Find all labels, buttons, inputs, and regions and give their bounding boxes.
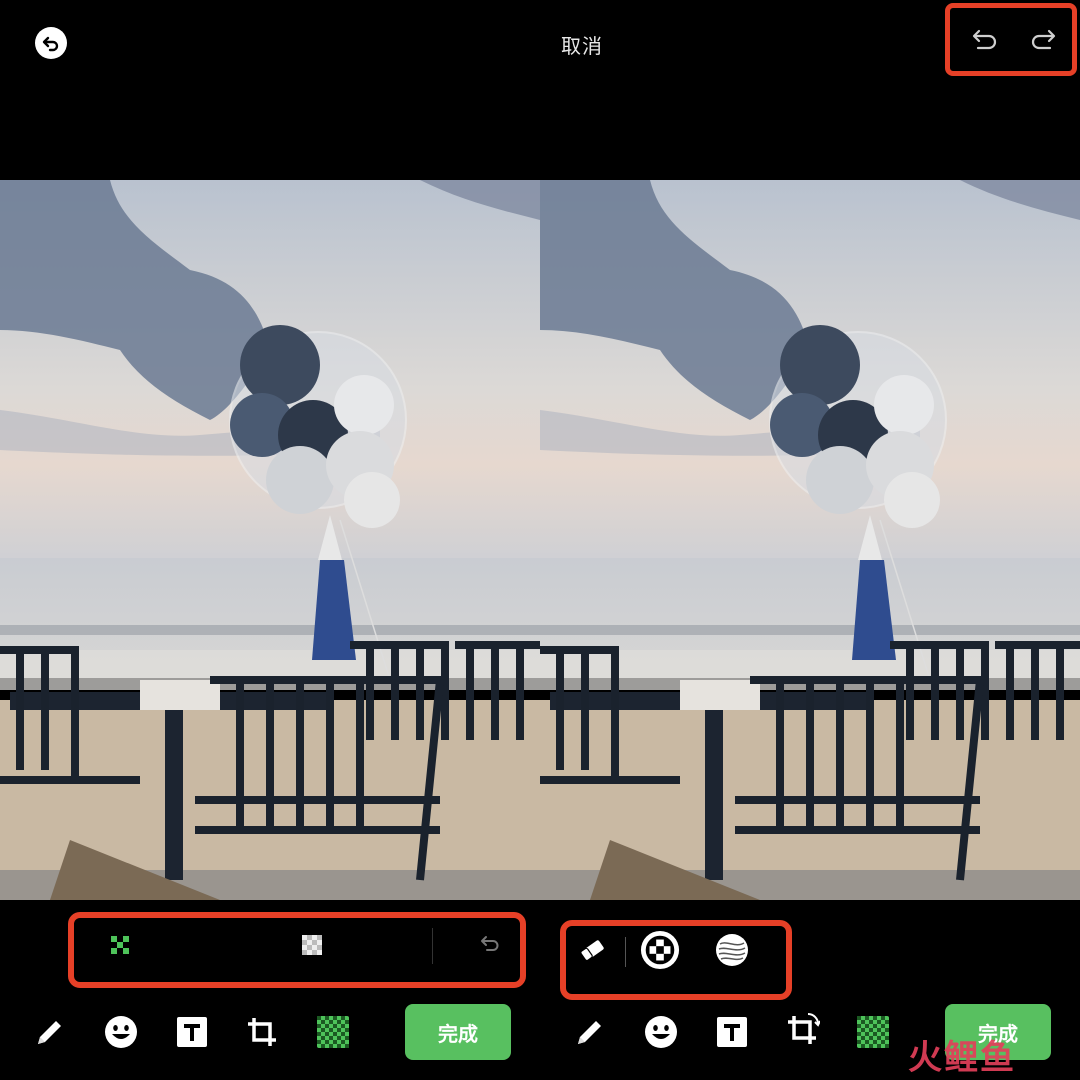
done-button[interactable]: 完成 (405, 1004, 511, 1060)
emoji-button[interactable] (641, 1012, 681, 1052)
crop-button[interactable] (242, 1012, 282, 1052)
mosaic-icon (317, 1016, 349, 1048)
emoji-button[interactable] (101, 1012, 141, 1052)
back-arrow-icon (42, 36, 59, 52)
brush-size-icon (640, 930, 680, 970)
mosaic-button[interactable] (313, 1012, 353, 1052)
undo-button[interactable] (970, 26, 1000, 56)
pencil-icon (578, 1021, 601, 1044)
redo-button[interactable] (1028, 26, 1058, 56)
mosaic-pattern-icon (302, 935, 322, 955)
brush-size-button[interactable] (640, 930, 680, 970)
crop-icon (788, 1013, 820, 1044)
emoji-icon (645, 1016, 677, 1048)
photo-right[interactable] (540, 180, 1080, 900)
pencil-icon (38, 1021, 61, 1044)
eraser-button[interactable] (572, 930, 612, 970)
crop-icon (248, 1018, 276, 1046)
pencil-button[interactable] (570, 1012, 610, 1052)
divider (625, 937, 626, 967)
undo-icon (481, 936, 499, 951)
undo-icon (972, 29, 997, 50)
photo-left[interactable] (0, 180, 540, 900)
text-button[interactable] (172, 1012, 212, 1052)
mosaic-undo-button[interactable] (470, 925, 510, 965)
cancel-button[interactable]: 取消 (540, 30, 624, 59)
texture-brush-icon (716, 934, 748, 966)
mosaic-button[interactable] (853, 1012, 893, 1052)
balloon-beach-photo (540, 180, 1080, 900)
texture-brush-button[interactable] (712, 930, 752, 970)
mosaic-dots-button[interactable] (100, 925, 140, 965)
emoji-icon (105, 1016, 137, 1048)
text-button[interactable] (712, 1012, 752, 1052)
balloon-beach-photo (0, 180, 540, 900)
mosaic-icon (857, 1016, 889, 1048)
redo-icon (1031, 29, 1056, 50)
mosaic-pattern-button[interactable] (292, 925, 332, 965)
crop-button[interactable] (782, 1010, 822, 1050)
text-icon (177, 1017, 207, 1047)
eraser-icon (580, 940, 604, 962)
pencil-button[interactable] (30, 1012, 70, 1052)
watermark: 火鲤鱼 (908, 1038, 1016, 1078)
mosaic-dots-icon (111, 936, 129, 954)
divider (432, 928, 433, 964)
text-icon (717, 1017, 747, 1047)
back-button[interactable] (35, 27, 67, 59)
